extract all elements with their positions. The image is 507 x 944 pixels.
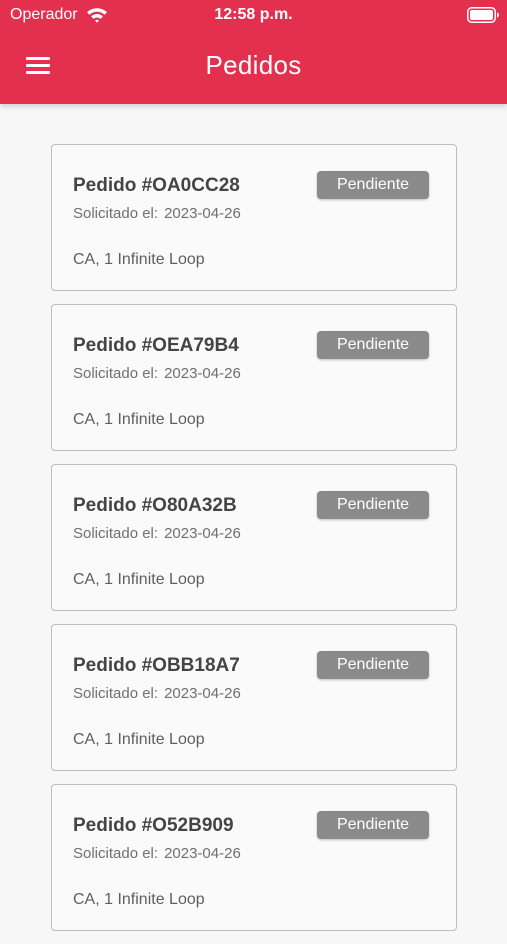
orders-list: Pedido #OA0CC28 Pendiente Solicitado el:… xyxy=(51,144,457,944)
order-date: 2023-04-26 xyxy=(164,365,241,382)
order-date-label: Solicitado el: xyxy=(73,845,159,862)
order-date-row: Solicitado el: 2023-04-26 xyxy=(73,685,241,703)
status-bar: Operador 12:58 p.m. xyxy=(0,0,507,30)
order-date-row: Solicitado el: 2023-04-26 xyxy=(73,205,241,223)
status-badge: Pendiente xyxy=(317,491,429,519)
order-date-label: Solicitado el: xyxy=(73,205,159,222)
order-address: CA, 1 Infinite Loop xyxy=(73,571,205,588)
battery-icon xyxy=(467,7,500,23)
status-badge: Pendiente xyxy=(317,811,429,839)
order-title: Pedido #OEA79B4 xyxy=(73,335,239,356)
order-title: Pedido #OA0CC28 xyxy=(73,175,240,196)
order-card[interactable]: Pedido #OBB18A7 Pendiente Solicitado el:… xyxy=(51,624,457,771)
order-date: 2023-04-26 xyxy=(164,525,241,542)
order-address: CA, 1 Infinite Loop xyxy=(73,411,205,428)
order-date-label: Solicitado el: xyxy=(73,685,159,702)
order-date: 2023-04-26 xyxy=(164,845,241,862)
order-card[interactable]: Pedido #OA0CC28 Pendiente Solicitado el:… xyxy=(51,144,457,291)
status-badge: Pendiente xyxy=(317,331,429,359)
order-date-row: Solicitado el: 2023-04-26 xyxy=(73,845,241,863)
order-address: CA, 1 Infinite Loop xyxy=(73,891,205,908)
page-title: Pedidos xyxy=(205,50,302,80)
status-badge: Pendiente xyxy=(317,651,429,679)
order-card[interactable]: Pedido #OEA79B4 Pendiente Solicitado el:… xyxy=(51,304,457,451)
order-date-label: Solicitado el: xyxy=(73,525,159,542)
order-card[interactable]: Pedido #O80A32B Pendiente Solicitado el:… xyxy=(51,464,457,611)
order-date: 2023-04-26 xyxy=(164,685,241,702)
order-title: Pedido #O80A32B xyxy=(73,495,237,516)
status-badge: Pendiente xyxy=(317,171,429,199)
order-address: CA, 1 Infinite Loop xyxy=(73,731,205,748)
order-title: Pedido #O52B909 xyxy=(73,815,234,836)
order-date-label: Solicitado el: xyxy=(73,365,159,382)
order-date-row: Solicitado el: 2023-04-26 xyxy=(73,365,241,383)
order-title: Pedido #OBB18A7 xyxy=(73,655,240,676)
app-bar: Pedidos xyxy=(0,30,507,104)
app-header: Operador 12:58 p.m. Pedidos xyxy=(0,0,507,104)
status-time: 12:58 p.m. xyxy=(214,6,293,23)
order-card[interactable]: Pedido #O52B909 Pendiente Solicitado el:… xyxy=(51,784,457,931)
order-address: CA, 1 Infinite Loop xyxy=(73,251,205,268)
order-date: 2023-04-26 xyxy=(164,205,241,222)
order-date-row: Solicitado el: 2023-04-26 xyxy=(73,525,241,543)
